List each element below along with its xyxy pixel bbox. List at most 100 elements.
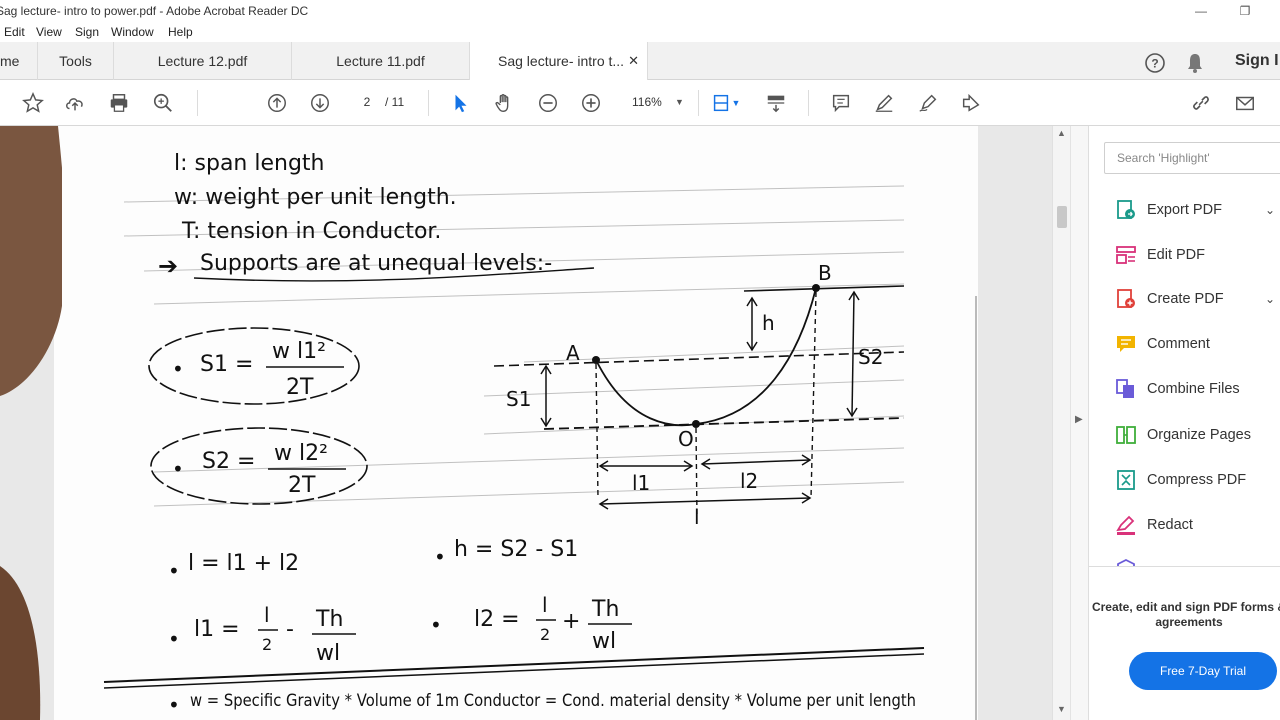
s2-denominator: 2T [288,473,316,498]
h-label: h [762,311,775,335]
close-tab-icon[interactable]: ✕ [628,42,639,80]
previous-page-icon[interactable] [264,90,290,116]
svg-text:•: • [168,627,180,651]
l2-label: l2 [740,469,758,493]
tab-home[interactable]: me [0,42,38,80]
s1-numerator: w l1² [272,339,326,364]
menu-view[interactable]: View [36,22,62,42]
menu-bar: Edit View Sign Window Help [0,22,1280,42]
scroll-mode-icon[interactable] [763,90,789,116]
s2-label: S2 [858,345,883,369]
hand-tool-icon[interactable] [491,90,517,116]
svg-text:•: • [172,457,184,481]
toolbar-divider [428,90,429,116]
s2-numerator: w l2² [274,441,328,466]
chevron-down-icon: ▼ [675,97,684,107]
print-icon[interactable] [106,90,132,116]
edit-pdf-icon [1116,246,1136,264]
handwritten-notes: l: span length w: weight per unit length… [103,151,977,720]
menu-window[interactable]: Window [111,22,154,42]
sign-in-link[interactable]: Sign I [1235,42,1279,80]
zoom-level-select[interactable]: 116% ▼ [620,91,690,113]
share-link-icon[interactable] [1188,90,1214,116]
comment-note-icon[interactable] [828,90,854,116]
tool-redact[interactable]: Redact [1115,510,1280,540]
svg-text:•: • [168,693,180,717]
tool-export-pdf[interactable]: Export PDF ⌄ [1115,195,1280,225]
l2-b: Th [591,597,619,622]
supports-heading: Supports are at unequal levels:- [200,251,552,276]
free-trial-button[interactable]: Free 7-Day Trial [1129,652,1277,690]
point-b-label: B [818,261,832,285]
window-title: Sag lecture- intro to power.pdf - Adobe … [0,4,309,18]
email-icon[interactable] [1232,90,1258,116]
compress-pdf-icon [1117,470,1135,490]
title-bar: Sag lecture- intro to power.pdf - Adobe … [0,0,1280,22]
fit-page-chevron-icon[interactable]: ▼ [730,90,742,116]
upload-cloud-icon[interactable] [62,90,88,116]
notification-bell-icon[interactable] [1185,50,1205,73]
pane-divider [1089,566,1280,567]
chevron-down-icon[interactable]: ⌄ [1265,284,1275,314]
pdf-page: l: span length w: weight per unit length… [54,126,978,720]
svg-text:•: • [168,559,180,583]
tool-compress-pdf[interactable]: Compress PDF [1115,465,1280,495]
s1-denominator: 2T [286,375,314,400]
page-number-input[interactable]: 2 [350,91,384,113]
search-tools-input[interactable]: Search 'Highlight' [1104,142,1280,174]
tab-bar: me Tools Lecture 12.pdf Lecture 11.pdf S… [0,42,1280,81]
point-o-label: O [678,427,694,451]
vertical-scrollbar[interactable]: ▲ ▼ [1052,126,1070,720]
l2-a: l [542,593,548,617]
scrollbar-thumb[interactable] [1057,206,1067,228]
l-sum-formula: l = l1 + l2 [188,551,299,576]
combine-files-icon [1116,379,1134,398]
help-icon[interactable]: ? [1144,50,1166,73]
tab-sag-lecture[interactable]: Sag lecture- intro t... ✕ [470,42,648,81]
zoom-search-icon[interactable] [150,90,176,116]
edit-form-icon[interactable] [958,90,984,116]
sign-pen-icon[interactable] [915,90,941,116]
toolbar-divider [698,90,699,116]
l2-op: + [562,609,580,634]
document-viewport[interactable]: l: span length w: weight per unit length… [0,126,1070,720]
tool-comment[interactable]: Comment [1115,329,1280,359]
bookmark-star-icon[interactable] [20,90,46,116]
collapse-pane-icon[interactable]: ▶ [1075,414,1083,425]
chevron-down-icon[interactable]: ⌄ [1265,195,1275,225]
tab-lecture-12[interactable]: Lecture 12.pdf [114,42,292,80]
tool-edit-pdf[interactable]: Edit PDF [1115,240,1280,270]
menu-edit[interactable]: Edit [4,22,25,42]
l1-b: Th [315,607,343,632]
l1-label: l1 [632,471,650,495]
svg-text:•: • [172,357,184,381]
menu-help[interactable]: Help [168,22,193,42]
tab-lecture-11[interactable]: Lecture 11.pdf [292,42,470,80]
tool-organize-pages[interactable]: Organize Pages [1115,420,1280,450]
highlight-pen-icon[interactable] [871,90,897,116]
l-label: l [694,505,700,529]
next-page-icon[interactable] [307,90,333,116]
zoom-out-icon[interactable] [535,90,561,116]
zoom-in-icon[interactable] [578,90,604,116]
maximize-button[interactable]: ❐ [1222,0,1268,22]
menu-sign[interactable]: Sign [75,22,99,42]
l1-lhs: l1 = [194,617,240,642]
minimize-button[interactable]: — [1178,0,1224,22]
scroll-down-icon[interactable]: ▼ [1057,704,1066,714]
tool-create-pdf[interactable]: Create PDF ⌄ [1115,284,1280,314]
tab-tools[interactable]: Tools [38,42,114,80]
toolbar-divider [808,90,809,116]
s1-lhs: S1 = [200,352,253,377]
s1-label: S1 [506,387,531,411]
redact-icon [1116,515,1135,535]
finger-shadow [0,126,62,720]
tools-pane: Search 'Highlight' Export PDF ⌄ Edit PDF… [1088,126,1280,720]
select-cursor-icon[interactable] [448,90,474,116]
create-pdf-icon [1117,289,1135,308]
pane-collapse-strip[interactable]: ▶ [1070,126,1088,720]
tool-combine-files[interactable]: Combine Files [1115,374,1280,404]
l1-a-den: 2 [262,635,272,654]
weight-text: w: weight per unit length. [174,185,457,210]
scroll-up-icon[interactable]: ▲ [1057,128,1066,138]
